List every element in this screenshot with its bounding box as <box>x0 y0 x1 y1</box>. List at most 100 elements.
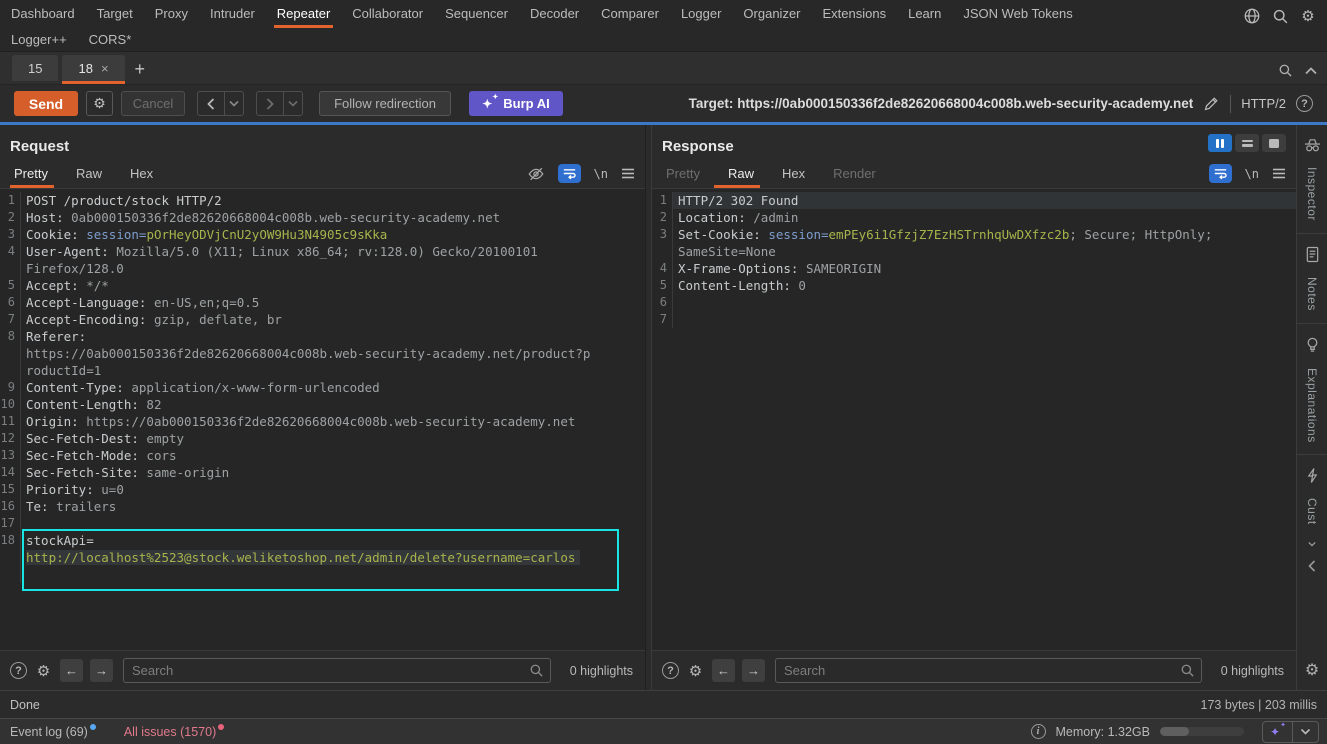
follow-redirection-button[interactable]: Follow redirection <box>319 91 451 116</box>
search-icon[interactable] <box>1269 5 1291 27</box>
request-tab-raw[interactable]: Raw <box>62 159 116 188</box>
settings-gear-icon[interactable]: ⚙ <box>1297 5 1319 27</box>
sidebar-item-notes[interactable]: Notes <box>1305 246 1320 311</box>
menu-item-intruder[interactable]: Intruder <box>199 0 266 27</box>
search-help-icon[interactable]: ? <box>10 662 27 679</box>
request-tab-hex[interactable]: Hex <box>116 159 167 188</box>
next-match-button[interactable]: → <box>90 659 113 682</box>
menu-item-decoder[interactable]: Decoder <box>519 0 590 27</box>
menu-item-extensions[interactable]: Extensions <box>812 0 898 27</box>
protocol-label[interactable]: HTTP/2 <box>1241 96 1286 111</box>
menu-item-comparer[interactable]: Comparer <box>590 0 670 27</box>
panel-splitter[interactable] <box>645 125 652 690</box>
history-forward-dropdown[interactable] <box>284 92 302 115</box>
menu-item-proxy[interactable]: Proxy <box>144 0 199 27</box>
code-token: Sec-Fetch-Mode: <box>26 448 146 463</box>
response-tab-render[interactable]: Render <box>819 159 890 188</box>
show-newlines-icon[interactable]: \n <box>594 167 608 181</box>
history-back-dropdown[interactable] <box>225 92 243 115</box>
response-editor[interactable]: 1HTTP/2 302 Found2Location: /admin3Set-C… <box>652 189 1296 650</box>
repeater-tab-15[interactable]: 15 <box>12 55 58 81</box>
response-tab-pretty[interactable]: Pretty <box>662 159 714 188</box>
history-forward-button[interactable] <box>257 92 284 115</box>
menu-item-learn[interactable]: Learn <box>897 0 952 27</box>
code-line: Cookie: session=pOrHeyODVjCnU2yOW9Hu3N49… <box>21 226 387 243</box>
menu-item-repeater[interactable]: Repeater <box>266 0 341 27</box>
search-settings-gear-icon[interactable]: ⚙ <box>34 661 53 680</box>
code-token: Te: <box>26 499 56 514</box>
close-tab-icon[interactable]: × <box>101 61 109 76</box>
edit-target-pencil-icon[interactable] <box>1203 95 1220 112</box>
editor-menu-icon[interactable] <box>1272 168 1286 179</box>
response-tab-hex[interactable]: Hex <box>768 159 819 188</box>
code-line: HTTP/2 302 Found <box>673 192 1296 209</box>
sidebar-settings-gear-icon[interactable]: ⚙ <box>1305 660 1319 680</box>
memory-usage-bar <box>1160 727 1244 736</box>
editor-row: SameSite=None <box>652 243 1296 260</box>
search-help-icon[interactable]: ? <box>662 662 679 679</box>
burp-ai-dropdown-chevron-icon[interactable] <box>1292 722 1318 742</box>
code-token: User-Agent: <box>26 244 116 259</box>
new-tab-button[interactable]: + <box>135 60 146 78</box>
memory-info-icon[interactable]: i <box>1031 724 1046 739</box>
all-issues-button[interactable]: All issues (1570) <box>124 725 230 739</box>
cancel-button[interactable]: Cancel <box>121 91 185 116</box>
hide-nonprintable-eye-icon[interactable] <box>527 165 545 183</box>
previous-match-button[interactable]: ← <box>60 659 83 682</box>
sidebar-item-explanations[interactable]: Explanations <box>1305 336 1320 443</box>
previous-match-button[interactable]: ← <box>712 659 735 682</box>
code-token: Sec-Fetch-Site: <box>26 465 146 480</box>
editor-row: 3Set-Cookie: session=emPEy6i1GfzjZ7EzHST… <box>652 226 1296 243</box>
search-settings-gear-icon[interactable]: ⚙ <box>686 661 705 680</box>
menu-item-json-web-tokens[interactable]: JSON Web Tokens <box>952 0 1083 27</box>
layout-rows-button[interactable] <box>1235 134 1259 152</box>
request-tab-pretty[interactable]: Pretty <box>10 159 62 188</box>
request-search-input[interactable] <box>123 658 551 683</box>
sidebar-item-cust[interactable]: Cust <box>1305 467 1319 552</box>
menu-item-logger[interactable]: Logger <box>670 0 732 27</box>
help-icon[interactable]: ? <box>1296 95 1313 112</box>
menu-item-logger-[interactable]: Logger++ <box>0 27 78 51</box>
collapse-tabs-chevron-icon[interactable] <box>1305 67 1317 75</box>
globe-icon[interactable] <box>1241 5 1263 27</box>
history-back-button[interactable] <box>198 92 225 115</box>
code-token: Firefox/128.0 <box>26 261 124 276</box>
sidebar-collapse-chevron-icon[interactable] <box>1308 560 1316 572</box>
line-number: 15 <box>0 481 21 498</box>
show-newlines-icon[interactable]: \n <box>1245 167 1259 181</box>
search-magnifier-icon <box>529 663 544 678</box>
code-token: u=0 <box>101 482 124 497</box>
menu-item-cors-[interactable]: CORS* <box>78 27 143 51</box>
editor-menu-icon[interactable] <box>621 168 635 179</box>
word-wrap-icon[interactable] <box>1209 164 1232 183</box>
menu-item-dashboard[interactable]: Dashboard <box>0 0 86 27</box>
editor-row: http://localhost%2523@stock.weliketoshop… <box>0 549 645 566</box>
code-token: 0ab000150336f2de82620668004c008b.web-sec… <box>71 210 500 225</box>
menu-item-collaborator[interactable]: Collaborator <box>341 0 434 27</box>
menu-item-sequencer[interactable]: Sequencer <box>434 0 519 27</box>
code-line: Location: /admin <box>673 209 798 226</box>
menu-item-target[interactable]: Target <box>86 0 144 27</box>
send-button[interactable]: Send <box>14 91 78 116</box>
send-settings-gear-icon[interactable]: ⚙ <box>86 91 113 116</box>
code-line: User-Agent: Mozilla/5.0 (X11; Linux x86_… <box>21 243 538 260</box>
next-match-button[interactable]: → <box>742 659 765 682</box>
response-search-input[interactable] <box>775 658 1202 683</box>
burp-ai-button[interactable]: ✦✦ Burp AI <box>469 91 563 116</box>
line-number: 13 <box>0 447 21 464</box>
request-editor[interactable]: 1POST /product/stock HTTP/22Host: 0ab000… <box>0 189 645 650</box>
word-wrap-icon[interactable] <box>558 164 581 183</box>
tab-search-icon[interactable] <box>1278 63 1293 78</box>
repeater-tab-18[interactable]: 18× <box>62 55 124 81</box>
event-log-button[interactable]: Event log (69) <box>10 725 102 739</box>
sidebar-item-inspector[interactable]: Inspector <box>1303 137 1322 221</box>
burp-ai-sparkles-icon[interactable]: ✦✦ <box>1263 722 1292 742</box>
menu-item-organizer[interactable]: Organizer <box>732 0 811 27</box>
response-tab-raw[interactable]: Raw <box>714 159 768 188</box>
layout-single-button[interactable] <box>1262 134 1286 152</box>
editor-row: 3Cookie: session=pOrHeyODVjCnU2yOW9Hu3N4… <box>0 226 645 243</box>
code-line <box>673 294 678 311</box>
layout-columns-button[interactable] <box>1208 134 1232 152</box>
history-forward-group <box>256 91 303 116</box>
editor-row: Firefox/128.0 <box>0 260 645 277</box>
